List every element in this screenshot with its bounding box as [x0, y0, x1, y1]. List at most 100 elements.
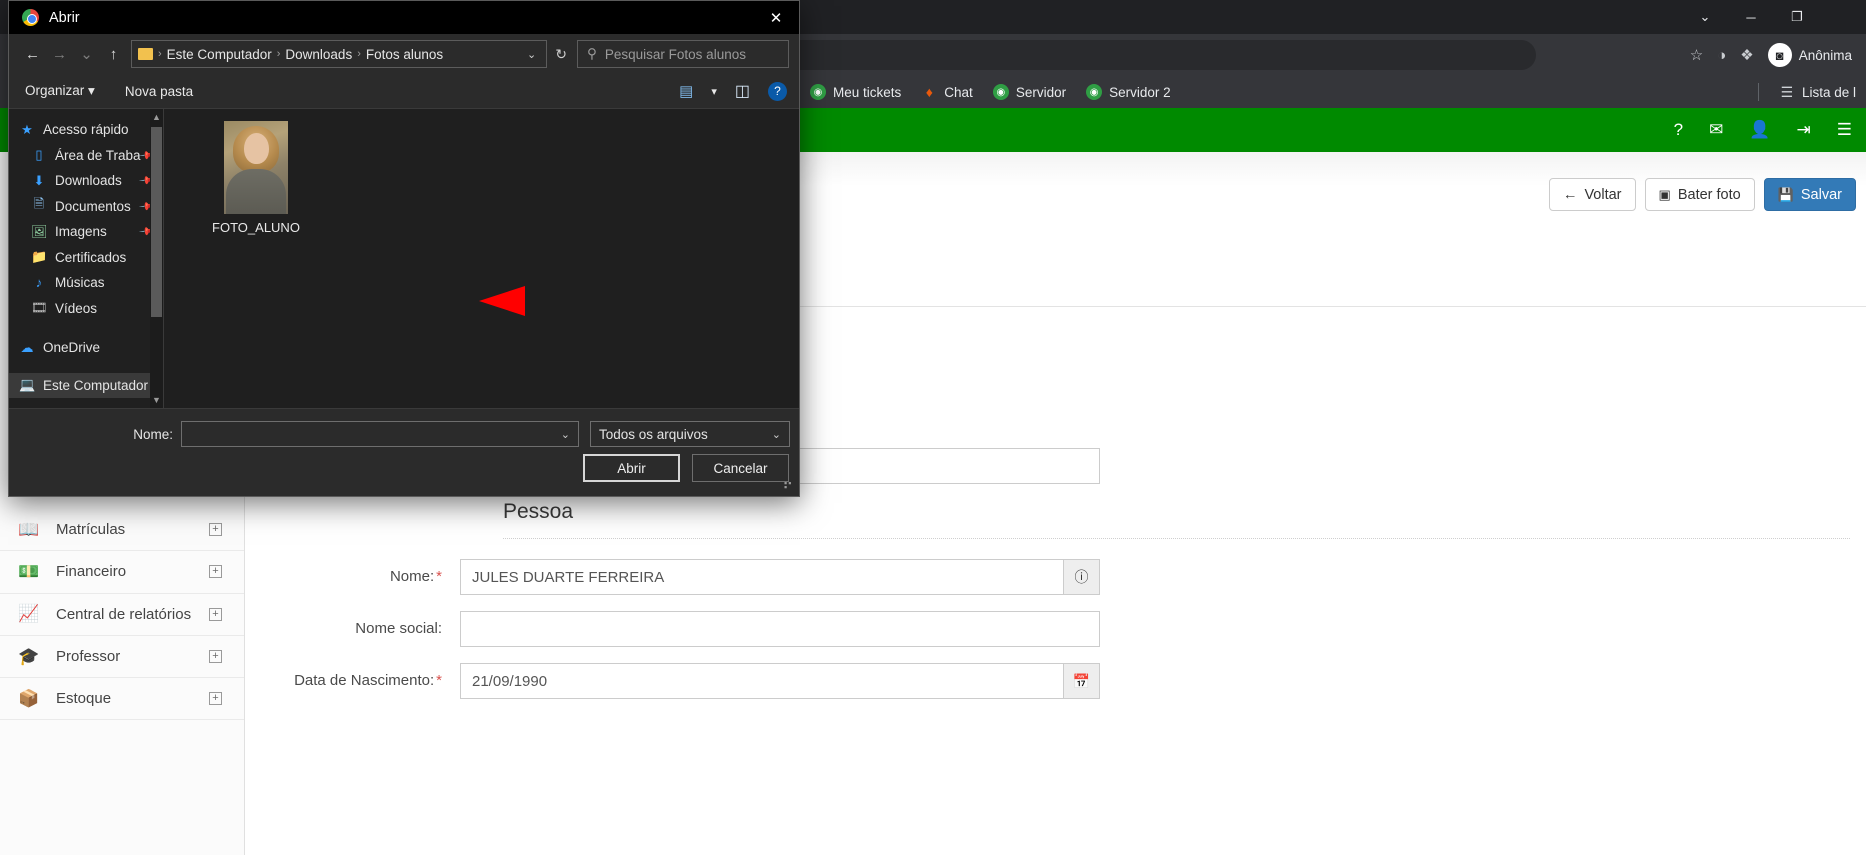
toolbar-right-group: ▤ ▾ ◫ ? — [679, 81, 787, 101]
nova-pasta-button[interactable]: Nova pasta — [125, 84, 193, 99]
place-label: Downloads — [55, 173, 122, 189]
place-label: Acesso rápido — [43, 122, 129, 138]
chevron-down-icon[interactable]: ⌄ — [772, 428, 781, 441]
tab-search-button[interactable]: ⌄ — [1682, 0, 1728, 34]
file-list[interactable]: FOTO_ALUNO — [164, 109, 799, 408]
menu-icon[interactable]: ☰ — [1837, 120, 1852, 140]
help-icon[interactable]: ? — [1674, 120, 1683, 140]
place-documentos[interactable]: 🗎 Documentos 📌 — [9, 194, 163, 220]
preview-pane-icon[interactable]: ◫ — [735, 81, 750, 101]
close-icon[interactable]: ✕ — [753, 1, 799, 34]
voltar-button[interactable]: ← Voltar — [1548, 178, 1636, 211]
place-musicas[interactable]: ♪ Músicas — [9, 270, 163, 296]
data-nascimento-input[interactable]: 21/09/1990 — [460, 663, 1064, 699]
extension-pin-icon[interactable]: ◑ — [1717, 48, 1726, 63]
abrir-button[interactable]: Abrir — [583, 454, 680, 482]
places-gap-3 — [9, 398, 163, 408]
minimize-button[interactable]: ─ — [1728, 0, 1774, 34]
scroll-up-icon[interactable]: ▲ — [150, 109, 163, 125]
resize-grip[interactable]: ▪▪ ▪ — [784, 479, 796, 493]
filetype-filter-combobox[interactable]: Todos os arquivos ⌄ — [590, 421, 790, 447]
breadcrumb[interactable]: › Este Computador › Downloads › Fotos al… — [131, 40, 548, 68]
breadcrumb-item-downloads[interactable]: Downloads — [285, 47, 352, 62]
sidebar-item-central-de-relatorios[interactable]: 📈 Central de relatórios + — [0, 594, 244, 636]
recent-locations-button[interactable]: ⌄ — [73, 39, 100, 69]
expand-icon[interactable]: + — [209, 523, 222, 537]
expand-icon[interactable]: + — [209, 650, 222, 664]
scrollbar-thumb[interactable] — [151, 127, 162, 317]
view-options-icon[interactable]: ▤ — [679, 82, 693, 100]
expand-icon[interactable]: + — [209, 692, 222, 706]
salvar-button[interactable]: 💾 Salvar — [1763, 178, 1856, 211]
bater-foto-button[interactable]: ▣ Bater foto — [1644, 178, 1755, 211]
place-videos[interactable]: 🎞 Vídeos — [9, 296, 163, 322]
breadcrumb-item-este-computador[interactable]: Este Computador — [167, 47, 272, 62]
bookmark-label: Chat — [944, 84, 973, 100]
search-input[interactable]: ⚲ Pesquisar Fotos alunos — [577, 40, 789, 68]
nome-input[interactable]: JULES DUARTE FERREIRA — [460, 559, 1064, 595]
refresh-icon[interactable]: ↻ — [547, 46, 575, 63]
form-row-nome: Nome: * JULES DUARTE FERREIRA ⓘ — [245, 559, 1866, 595]
bookmark-label: Servidor 2 — [1109, 84, 1171, 100]
place-area-de-trabalho[interactable]: ▯ Área de Traba 📌 — [9, 143, 163, 169]
back-button[interactable]: ← — [19, 39, 46, 69]
sidebar-item-estoque[interactable]: 📦 Estoque + — [0, 678, 244, 721]
nome-help-icon[interactable]: ⓘ — [1064, 559, 1100, 595]
expand-icon[interactable]: + — [209, 607, 222, 621]
extensions-puzzle-icon[interactable]: ❖ — [1740, 48, 1753, 63]
place-imagens[interactable]: 🖼 Imagens 📌 — [9, 219, 163, 245]
place-downloads[interactable]: ⬇ Downloads 📌 — [9, 168, 163, 194]
required-marker: * — [436, 568, 442, 585]
place-certificados[interactable]: 📁 Certificados — [9, 245, 163, 271]
incognito-indicator[interactable]: ◙ Anônima — [1767, 43, 1852, 67]
sidebar-item-label: Financeiro — [56, 563, 127, 581]
maximize-button[interactable]: ❐ — [1774, 0, 1820, 34]
bookmark-lista-de-leitura[interactable]: ☰ Lista de l — [1769, 81, 1866, 103]
nome-social-input[interactable] — [460, 611, 1100, 647]
sidebar-item-financeiro[interactable]: 💵 Financeiro + — [0, 551, 244, 594]
bookmark-servidor[interactable]: ◉ Servidor — [983, 81, 1076, 103]
forward-button[interactable]: → — [46, 39, 73, 69]
places-gap — [9, 321, 163, 335]
user-icon[interactable]: 👤 — [1749, 120, 1770, 140]
cancelar-button[interactable]: Cancelar — [692, 454, 789, 482]
scroll-down-icon[interactable]: ▼ — [150, 392, 163, 408]
section-divider — [503, 538, 1850, 539]
bookmark-meu-tickets[interactable]: ◉ Meu tickets — [800, 81, 911, 103]
chevron-down-icon[interactable]: ⌄ — [527, 48, 540, 61]
mail-icon[interactable]: ✉ — [1709, 120, 1723, 140]
up-button[interactable]: ↑ — [100, 39, 127, 69]
folder-icon — [138, 48, 153, 60]
open-file-dialog: Abrir ✕ ← → ⌄ ↑ › Este Computador › Down… — [8, 0, 800, 497]
sidebar-item-matriculas[interactable]: 📖 Matrículas + — [0, 509, 244, 552]
place-label: Imagens — [55, 224, 107, 240]
action-button-row: ← Voltar ▣ Bater foto 💾 Salvar — [1548, 178, 1856, 211]
filename-combobox[interactable]: ⌄ — [181, 421, 579, 447]
sidebar-item-professor[interactable]: 🎓 Professor + — [0, 636, 244, 679]
calendar-icon[interactable]: 📅 — [1064, 663, 1100, 699]
folder-icon: 📁 — [31, 249, 48, 265]
dialog-button-row: Abrir Cancelar — [583, 454, 789, 482]
bookmark-servidor-2[interactable]: ◉ Servidor 2 — [1076, 81, 1181, 103]
bookmark-label: Servidor — [1015, 84, 1067, 100]
chevron-down-icon: ▾ — [88, 83, 95, 98]
logout-icon[interactable]: ⇥ — [1797, 120, 1811, 140]
bookmark-star-icon[interactable]: ☆ — [1690, 48, 1703, 63]
expand-icon[interactable]: + — [209, 565, 222, 579]
places-scrollbar[interactable]: ▲ ▼ — [150, 109, 163, 408]
chevron-down-icon[interactable]: ⌄ — [561, 428, 570, 441]
download-icon: ⬇ — [33, 172, 45, 188]
places-gap-2 — [9, 361, 163, 373]
globe-icon: ◉ — [1086, 84, 1103, 100]
chevron-down-icon[interactable]: ▾ — [711, 85, 717, 98]
nome-social-label: Nome social: — [355, 620, 442, 637]
help-icon[interactable]: ? — [768, 81, 787, 101]
place-este-computador[interactable]: 💻 Este Computador — [9, 372, 163, 398]
breadcrumb-separator: › — [276, 48, 281, 60]
place-acesso-rapido[interactable]: ★ Acesso rápido — [9, 117, 163, 143]
place-onedrive[interactable]: ☁ OneDrive — [9, 335, 163, 361]
organizar-menu[interactable]: Organizar ▾ — [25, 83, 95, 99]
file-item-foto-aluno[interactable]: FOTO_ALUNO — [200, 121, 312, 235]
bookmark-chat[interactable]: ♦ Chat — [911, 81, 983, 103]
breadcrumb-item-fotos-alunos[interactable]: Fotos alunos — [366, 47, 443, 62]
